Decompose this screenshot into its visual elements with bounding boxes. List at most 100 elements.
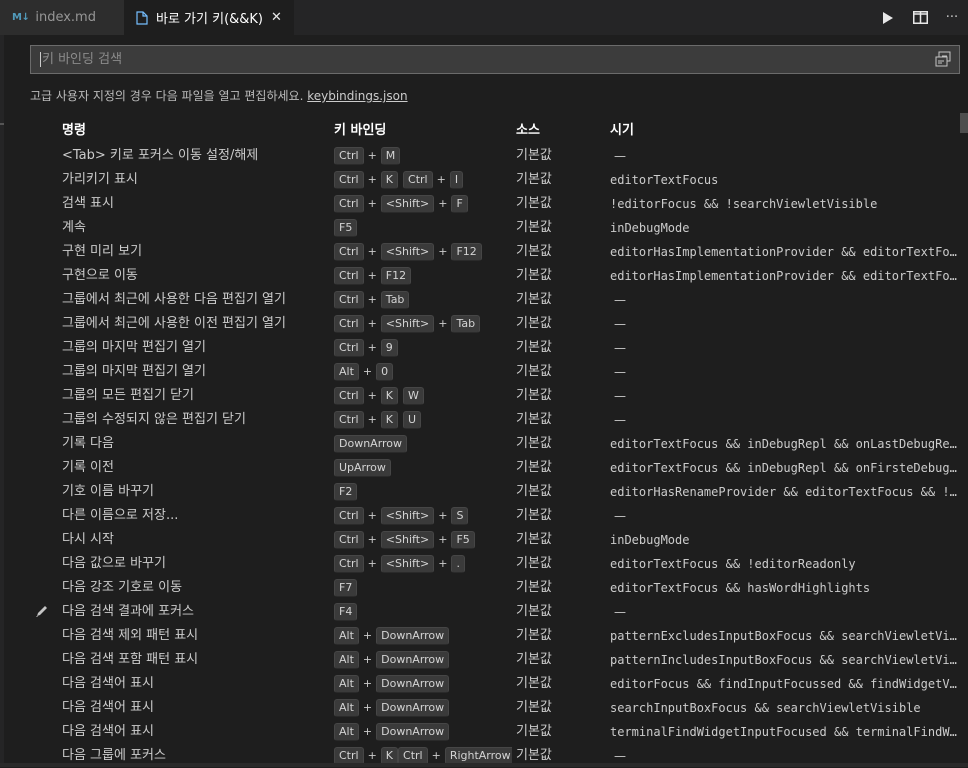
- when-cell: searchInputBoxFocus && searchViewletVisi…: [610, 701, 921, 715]
- command-cell: 다음 검색 포함 패턴 표시: [62, 652, 199, 667]
- keybinding-cell: Ctrl + M: [334, 144, 512, 168]
- table-row[interactable]: 다음 검색어 표시 Alt + DownArrow 기본값 searchInputBoxF…: [0, 696, 960, 720]
- header-keybinding[interactable]: 키 바인딩: [334, 119, 512, 143]
- keybinding-cell: Ctrl + <Shift> + S: [334, 504, 512, 528]
- table-row[interactable]: <Tab> 키로 포커스 이동 설정/해제 Ctrl + M 기본값 —: [0, 144, 960, 168]
- table-row[interactable]: 다음 강조 기호로 이동 F7 기본값 editorTextFocus && hasW…: [0, 576, 960, 600]
- table-row[interactable]: 구현으로 이동 Ctrl + F12 기본값 editorHasImplementatio…: [0, 264, 964, 288]
- table-row[interactable]: 다음 검색어 표시 Alt + DownArrow 기본값 editorFocus && …: [0, 672, 964, 696]
- key-separator: +: [362, 365, 373, 378]
- table-row[interactable]: 그룹의 마지막 편집기 열기 Alt +0 기본값 —: [0, 360, 960, 384]
- key-cap: Ctrl: [334, 411, 364, 429]
- source-cell: 기본값: [516, 700, 552, 715]
- when-cell: editorTextFocus && inDebugRepl && onLast…: [610, 437, 964, 451]
- keybinding-cell: Ctrl + <Shift> + F: [334, 192, 512, 216]
- source-cell: 기본값: [516, 556, 552, 571]
- command-cell: 다음 강조 기호로 이동: [62, 580, 183, 595]
- table-row[interactable]: 다른 이름으로 저장... Ctrl + <Shift> + S 기본값 —: [0, 504, 960, 528]
- table-row[interactable]: 구현 미리 보기 Ctrl + <Shift> + F12 기본값 editorHasImpl…: [0, 240, 964, 264]
- key-cap: Alt: [334, 723, 359, 741]
- table-row[interactable]: 기록 다음 DownArrow 기본값 editorTextFocus && inDe…: [0, 432, 964, 456]
- source-cell: 기본값: [516, 604, 552, 619]
- table-row[interactable]: 계속 F5 기본값 inDebugMode: [0, 216, 960, 240]
- command-cell: 다음 값으로 바꾸기: [62, 556, 166, 571]
- when-cell: editorTextFocus && !editorReadonly: [610, 557, 856, 571]
- table-row[interactable]: 기록 이전 UpArrow 기본값 editorTextFocus && inDebu…: [0, 456, 964, 480]
- tab-keybindings[interactable]: 바로 가기 키(&&K) ✕: [124, 0, 294, 35]
- key-separator: +: [367, 557, 377, 570]
- sort-by-precedence-icon[interactable]: [935, 50, 955, 69]
- table-row[interactable]: 그룹의 수정되지 않은 편집기 닫기 Ctrl + K U 기본값 —: [0, 408, 960, 432]
- when-cell: inDebugMode: [610, 533, 690, 547]
- table-row[interactable]: 그룹의 마지막 편집기 열기 Ctrl +9 기본값 —: [0, 336, 960, 360]
- table-row[interactable]: 다음 검색 포함 패턴 표시 Alt + DownArrow 기본값 patternInc…: [0, 648, 964, 672]
- key-cap: DownArrow: [376, 627, 450, 645]
- table-row[interactable]: 그룹에서 최근에 사용한 이전 편집기 열기 Ctrl + <Shift> + Tab 기본…: [0, 312, 960, 336]
- key-cap: DownArrow: [376, 675, 450, 693]
- table-row[interactable]: 다음 검색어 표시 Alt + DownArrow 기본값 terminalFindWid…: [0, 720, 964, 744]
- run-icon[interactable]: [872, 0, 904, 35]
- keybinding-cell: Ctrl + Tab: [334, 288, 512, 312]
- key-cap: Ctrl: [334, 195, 364, 213]
- command-cell: 그룹에서 최근에 사용한 이전 편집기 열기: [62, 316, 286, 331]
- key-cap: Alt: [334, 699, 359, 717]
- when-cell: editorTextFocus && hasWordHighlights: [610, 581, 871, 595]
- when-cell: —: [614, 509, 626, 523]
- keybindings-json-link[interactable]: keybindings.json: [307, 89, 407, 103]
- when-cell: —: [614, 365, 626, 379]
- keybinding-cell: Ctrl + F12: [334, 264, 512, 288]
- key-separator: +: [367, 413, 377, 426]
- pencil-icon[interactable]: [34, 605, 50, 619]
- key-separator: +: [367, 293, 377, 306]
- keybindings-table: <Tab> 키로 포커스 이동 설정/해제 Ctrl + M 기본값 — 가리키기 표시 Ct…: [0, 144, 964, 768]
- when-cell: editorHasImplementationProvider && edito…: [610, 269, 964, 283]
- key-cap: F: [451, 195, 468, 213]
- key-cap: Ctrl: [334, 315, 364, 333]
- key-cap: Ctrl: [403, 171, 433, 189]
- key-separator: +: [367, 533, 377, 546]
- source-cell: 기본값: [516, 508, 552, 523]
- split-editor-icon[interactable]: [904, 0, 936, 35]
- tab-index-md[interactable]: M↓ index.md: [0, 0, 124, 35]
- command-cell: 그룹에서 최근에 사용한 다음 편집기 열기: [62, 292, 286, 307]
- key-separator: +: [367, 269, 377, 282]
- table-row[interactable]: 가리키기 표시 Ctrl + K Ctrl + I 기본값 editorTextFocus: [0, 168, 960, 192]
- header-source[interactable]: 소스: [516, 119, 606, 143]
- key-cap: Ctrl: [334, 147, 364, 165]
- key-cap: F12: [451, 243, 482, 261]
- key-cap: DownArrow: [376, 723, 450, 741]
- table-row[interactable]: 다음 검색 결과에 포커스 F4 기본값 —: [0, 600, 960, 624]
- table-row[interactable]: 그룹에서 최근에 사용한 다음 편집기 열기 Ctrl + Tab 기본값 —: [0, 288, 960, 312]
- source-cell: 기본값: [516, 292, 552, 307]
- key-cap: <Shift>: [380, 243, 435, 261]
- table-row[interactable]: 다시 시작 Ctrl + <Shift> + F5 기본값 inDebugMode: [0, 528, 960, 552]
- header-when[interactable]: 시기: [610, 119, 964, 143]
- when-cell: editorHasRenameProvider && editorTextFoc…: [610, 485, 964, 499]
- table-row[interactable]: 기호 이름 바꾸기 F2 기본값 editorHasRenameProvider &&…: [0, 480, 964, 504]
- key-separator: +: [367, 173, 377, 186]
- horizontal-scrollbar[interactable]: [0, 763, 968, 767]
- key-separator: +: [362, 653, 373, 666]
- key-cap: Ctrl: [334, 171, 364, 189]
- source-cell: 기본값: [516, 676, 552, 691]
- key-cap: Alt: [334, 363, 359, 381]
- key-cap: <Shift>: [380, 315, 435, 333]
- source-cell: 기본값: [516, 580, 552, 595]
- table-row[interactable]: 다음 값으로 바꾸기 Ctrl + <Shift> +. 기본값 editorTextFoc…: [0, 552, 960, 576]
- source-cell: 기본값: [516, 412, 552, 427]
- table-row[interactable]: 다음 검색 제외 패턴 표시 Alt + DownArrow 기본값 patternExc…: [0, 624, 964, 648]
- table-row[interactable]: 검색 표시 Ctrl + <Shift> + F 기본값 !editorFocus && !s…: [0, 192, 960, 216]
- command-cell: 다시 시작: [62, 532, 114, 547]
- keybinding-cell: Alt +0: [334, 360, 512, 384]
- key-cap: K: [380, 411, 399, 429]
- command-cell: 검색 표시: [62, 196, 114, 211]
- more-icon[interactable]: ···: [936, 0, 968, 35]
- keybinding-cell: DownArrow: [334, 432, 512, 456]
- table-row[interactable]: 그룹의 모든 편집기 닫기 Ctrl + K W 기본값 —: [0, 384, 960, 408]
- tab-label: index.md: [35, 10, 96, 25]
- search-input[interactable]: [42, 46, 922, 73]
- header-command[interactable]: 명령: [62, 119, 330, 143]
- close-icon[interactable]: ✕: [271, 10, 282, 25]
- customization-hint: 고급 사용자 지정의 경우 다음 파일을 열고 편집하세요. keybindin…: [30, 87, 408, 104]
- keybinding-cell: Ctrl + <Shift> +.: [334, 552, 512, 576]
